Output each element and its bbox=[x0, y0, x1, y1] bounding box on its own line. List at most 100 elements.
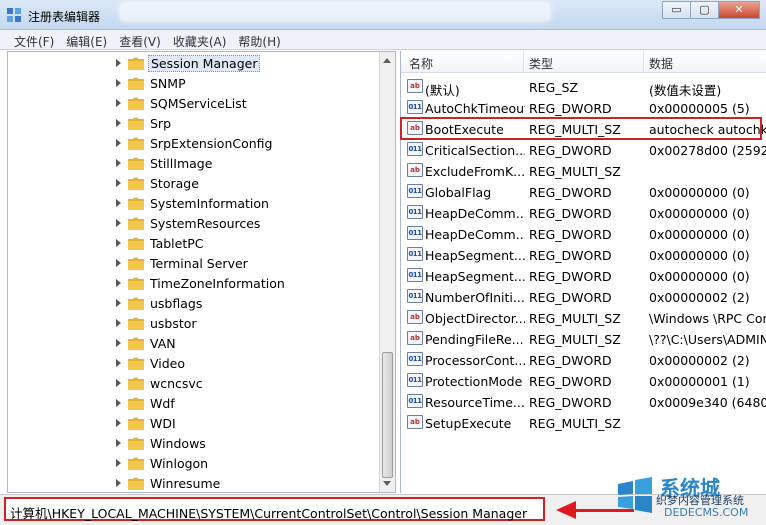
tree-item[interactable]: usbflags bbox=[8, 294, 380, 314]
tree-item[interactable]: StillImage bbox=[8, 154, 380, 174]
value-row[interactable]: 011 GlobalFlag REG_DWORD 0x00000000 (0) bbox=[401, 181, 766, 202]
tree-item[interactable]: wcncsvc bbox=[8, 374, 380, 394]
value-data: 0x00000000 (0) bbox=[649, 227, 750, 242]
value-row[interactable]: 011 ResourceTime... REG_DWORD 0x0009e340 (6… bbox=[401, 391, 766, 412]
minimize-button[interactable]: ▭ bbox=[662, 1, 690, 19]
value-name: CriticalSection... bbox=[425, 143, 525, 158]
tree-item[interactable]: usbstor bbox=[8, 314, 380, 334]
expand-arrow-icon[interactable] bbox=[116, 459, 121, 467]
value-row[interactable]: 011 HeapDeComm... REG_DWORD 0x00000000 (0) bbox=[401, 223, 766, 244]
scroll-up-icon[interactable] bbox=[383, 58, 391, 63]
menu-help[interactable]: 帮助(H) bbox=[232, 30, 286, 49]
menu-view[interactable]: 查看(V) bbox=[113, 30, 167, 49]
expand-arrow-icon[interactable] bbox=[116, 319, 121, 327]
scroll-down-icon[interactable] bbox=[383, 481, 391, 486]
column-header-type[interactable]: 类型 bbox=[529, 55, 553, 72]
maximize-button[interactable]: ▢ bbox=[690, 1, 718, 19]
value-row[interactable]: ab PendingFileRe... REG_MULTI_SZ \??\C:\Use… bbox=[401, 328, 766, 349]
value-row[interactable]: 011 ProtectionMode REG_DWORD 0x00000001 (1) bbox=[401, 370, 766, 391]
expand-arrow-icon[interactable] bbox=[116, 159, 121, 167]
value-data: 0x00000005 (5) bbox=[649, 101, 750, 116]
scroll-thumb[interactable] bbox=[382, 352, 393, 478]
tree-item[interactable]: Video bbox=[8, 354, 380, 374]
expand-arrow-icon[interactable] bbox=[116, 439, 121, 447]
tree-item[interactable]: SQMServiceList bbox=[8, 94, 380, 114]
menu-favorites[interactable]: 收藏夹(A) bbox=[167, 30, 233, 49]
expand-arrow-icon[interactable] bbox=[116, 179, 121, 187]
tree-item[interactable]: SNMP bbox=[8, 74, 380, 94]
tree-item[interactable]: Srp bbox=[8, 114, 380, 134]
tree-item[interactable]: Session Manager bbox=[8, 54, 380, 74]
watermark-url: DEDECMS.COM bbox=[664, 506, 749, 519]
value-row[interactable]: ab (默认) REG_SZ (数值未设置) bbox=[401, 76, 766, 98]
tree-item-label: Video bbox=[150, 356, 186, 371]
column-divider[interactable] bbox=[643, 51, 644, 73]
registry-key-tree[interactable]: Session Manager SNMP SQMServiceList Srp SrpE… bbox=[7, 51, 396, 493]
tree-item[interactable]: VAN bbox=[8, 334, 380, 354]
value-row[interactable]: 011 ProcessorCont... REG_DWORD 0x00000002 (… bbox=[401, 349, 766, 370]
expand-arrow-icon[interactable] bbox=[116, 79, 121, 87]
value-row[interactable]: ab ExcludeFromK... REG_MULTI_SZ bbox=[401, 160, 766, 181]
tree-item[interactable]: Terminal Server bbox=[8, 254, 380, 274]
expand-arrow-icon[interactable] bbox=[116, 359, 121, 367]
tree-item-label: usbstor bbox=[150, 316, 197, 331]
menu-edit[interactable]: 编辑(E) bbox=[60, 30, 113, 49]
tree-item[interactable]: Windows bbox=[8, 434, 380, 454]
tree-item[interactable]: Winresume bbox=[8, 474, 380, 492]
tree-item[interactable]: SrpExtensionConfig bbox=[8, 134, 380, 154]
tree-item-label: SystemResources bbox=[150, 216, 261, 231]
value-row[interactable]: ab ObjectDirector... REG_MULTI_SZ \Windows … bbox=[401, 307, 766, 328]
menu-file[interactable]: 文件(F) bbox=[8, 30, 60, 49]
expand-arrow-icon[interactable] bbox=[116, 199, 121, 207]
tree-item-label: Session Manager bbox=[148, 55, 261, 72]
expand-arrow-icon[interactable] bbox=[116, 259, 121, 267]
value-row[interactable]: 011 NumberOfIniti... REG_DWORD 0x00000002 (… bbox=[401, 286, 766, 307]
value-row[interactable]: 011 HeapSegment... REG_DWORD 0x00000000 (0) bbox=[401, 265, 766, 286]
expand-arrow-icon[interactable] bbox=[116, 99, 121, 107]
tree-item[interactable]: TabletPC bbox=[8, 234, 380, 254]
tree-item-label: StillImage bbox=[150, 156, 213, 171]
binary-value-icon: 011 bbox=[407, 205, 423, 219]
value-data: 0x00278d00 (2592000) bbox=[649, 143, 766, 158]
expand-arrow-icon[interactable] bbox=[116, 59, 121, 67]
expand-arrow-icon[interactable] bbox=[116, 139, 121, 147]
column-divider[interactable] bbox=[523, 51, 524, 73]
binary-value-icon: 011 bbox=[407, 247, 423, 261]
value-type: REG_DWORD bbox=[529, 101, 612, 116]
value-row[interactable]: 011 AutoChkTimeout REG_DWORD 0x00000005 (5) bbox=[401, 97, 766, 118]
tree-item[interactable]: Storage bbox=[8, 174, 380, 194]
expand-arrow-icon[interactable] bbox=[116, 399, 121, 407]
tree-item[interactable]: Winlogon bbox=[8, 454, 380, 474]
value-type: REG_DWORD bbox=[529, 248, 612, 263]
expand-arrow-icon[interactable] bbox=[116, 239, 121, 247]
tree-item[interactable]: WDI bbox=[8, 414, 380, 434]
expand-arrow-icon[interactable] bbox=[116, 119, 121, 127]
folder-icon bbox=[128, 177, 144, 190]
tree-item[interactable]: TimeZoneInformation bbox=[8, 274, 380, 294]
tree-scrollbar[interactable] bbox=[379, 52, 395, 492]
close-button[interactable]: ✕ bbox=[718, 1, 760, 19]
expand-arrow-icon[interactable] bbox=[116, 419, 121, 427]
expand-arrow-icon[interactable] bbox=[116, 379, 121, 387]
tree-item[interactable]: SystemInformation bbox=[8, 194, 380, 214]
expand-arrow-icon[interactable] bbox=[116, 479, 121, 487]
value-row[interactable]: 011 HeapSegment... REG_DWORD 0x00000000 (0) bbox=[401, 244, 766, 265]
tree-item[interactable]: Wdf bbox=[8, 394, 380, 414]
title-glow bbox=[120, 3, 550, 21]
column-header-name[interactable]: 名称 bbox=[409, 55, 433, 72]
maximize-icon: ▢ bbox=[699, 3, 710, 16]
expand-arrow-icon[interactable] bbox=[116, 339, 121, 347]
value-type: REG_SZ bbox=[529, 80, 579, 95]
value-data: 0x00000000 (0) bbox=[649, 248, 750, 263]
expand-arrow-icon[interactable] bbox=[116, 299, 121, 307]
value-row[interactable]: 011 CriticalSection... REG_DWORD 0x00278d00… bbox=[401, 139, 766, 160]
value-row[interactable]: ab SetupExecute REG_MULTI_SZ bbox=[401, 412, 766, 433]
value-row[interactable]: 011 HeapDeComm... REG_DWORD 0x00000000 (0) bbox=[401, 202, 766, 223]
expand-arrow-icon[interactable] bbox=[116, 279, 121, 287]
column-header-data[interactable]: 数据 bbox=[649, 55, 673, 72]
tree-item[interactable]: SystemResources bbox=[8, 214, 380, 234]
folder-icon bbox=[128, 377, 144, 390]
tree-item-label: TimeZoneInformation bbox=[150, 276, 285, 291]
tree-item-label: Winresume bbox=[150, 476, 221, 491]
expand-arrow-icon[interactable] bbox=[116, 219, 121, 227]
